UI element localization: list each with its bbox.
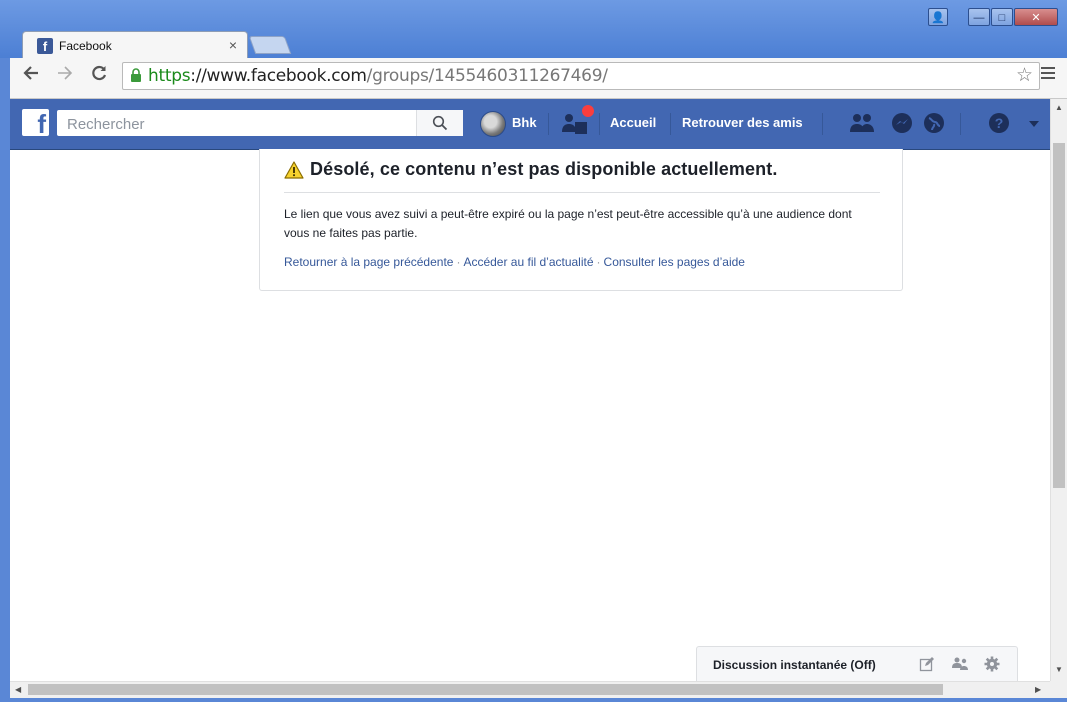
error-title: Désolé, ce contenu n’est pas disponible …: [310, 159, 778, 179]
svg-text:?: ?: [995, 115, 1004, 131]
avatar[interactable]: [480, 111, 506, 137]
help-icon[interactable]: ?: [988, 112, 1010, 134]
friends-icon[interactable]: [848, 112, 876, 134]
divider: [960, 113, 961, 135]
browser-menu-icon[interactable]: [1041, 67, 1055, 82]
back-to-previous-link[interactable]: Retourner à la page précédente: [284, 255, 453, 269]
search-button[interactable]: [416, 110, 463, 136]
browser-tab[interactable]: f Facebook ×: [22, 31, 248, 59]
url-text: https://www.facebook.com/groups/14554603…: [148, 66, 608, 86]
messenger-icon[interactable]: [891, 112, 913, 134]
search-input[interactable]: [65, 110, 409, 138]
facebook-logo[interactable]: f: [22, 109, 49, 136]
window-frame-left: [0, 58, 10, 698]
error-message: Le lien que vous avez suivi a peut-être …: [284, 207, 852, 240]
tab-close-icon[interactable]: ×: [229, 37, 237, 53]
browser-toolbar: https://www.facebook.com/groups/14554603…: [10, 58, 1067, 99]
news-feed-link[interactable]: Accéder au fil d’actualité: [463, 255, 593, 269]
browser-window: 👤 — □ ✕ f Facebook × https://www.faceboo…: [0, 0, 1067, 702]
maximize-button[interactable]: □: [991, 8, 1013, 26]
address-bar[interactable]: https://www.facebook.com/groups/14554603…: [122, 62, 1040, 90]
lock-icon: [131, 68, 141, 82]
error-card: Désolé, ce contenu n’est pas disponible …: [259, 149, 903, 291]
link-separator: ·: [596, 255, 601, 269]
title-bar: 👤 — □ ✕ f Facebook ×: [0, 0, 1067, 59]
help-pages-link[interactable]: Consulter les pages d’aide: [604, 255, 745, 269]
warning-icon: [284, 161, 304, 179]
forward-arrow-icon[interactable]: [56, 64, 74, 88]
horizontal-scrollbar[interactable]: ◀ ▶: [10, 681, 1050, 698]
facebook-favicon-icon: f: [37, 38, 53, 54]
vertical-scroll-thumb[interactable]: [1053, 143, 1065, 488]
globe-notifications-icon[interactable]: [923, 112, 945, 134]
divider: [822, 113, 823, 135]
search-icon: [432, 115, 448, 131]
window-frame-bottom: [0, 698, 1067, 702]
search-box: [57, 110, 463, 138]
close-window-button[interactable]: ✕: [1014, 8, 1058, 26]
profile-link[interactable]: Bhk: [512, 115, 537, 130]
error-links: Retourner à la page précédente · Accéder a…: [284, 255, 745, 269]
scroll-right-arrow-icon[interactable]: ▶: [1035, 685, 1041, 694]
divider: [670, 113, 671, 135]
chevron-down-icon[interactable]: [1028, 118, 1040, 130]
tab-title: Facebook: [59, 39, 112, 53]
bookmark-star-icon[interactable]: ☆: [1016, 64, 1033, 87]
scroll-down-arrow-icon[interactable]: ▼: [1055, 665, 1063, 674]
scroll-up-arrow-icon[interactable]: ▲: [1055, 103, 1063, 112]
scrollbar-corner: [1050, 681, 1067, 698]
user-button[interactable]: 👤: [928, 8, 948, 26]
scroll-left-arrow-icon[interactable]: ◀: [15, 685, 21, 694]
horizontal-scroll-thumb[interactable]: [28, 684, 943, 695]
page-viewport: f Bhk Accueil: [10, 99, 1050, 681]
vertical-scrollbar[interactable]: ▲ ▼: [1050, 99, 1067, 681]
link-separator: ·: [456, 255, 461, 269]
chat-status-label[interactable]: Discussion instantanée (Off): [713, 658, 876, 672]
compose-icon[interactable]: [919, 656, 935, 672]
divider: [548, 113, 549, 135]
divider: [599, 113, 600, 135]
group-icon[interactable]: [951, 656, 969, 672]
settings-icon[interactable]: [984, 656, 1000, 672]
reload-icon[interactable]: [90, 64, 108, 88]
new-tab-button[interactable]: [248, 36, 292, 54]
find-friends-link[interactable]: Retrouver des amis: [682, 115, 803, 130]
chat-sidebar-bar[interactable]: Discussion instantanée (Off): [696, 646, 1018, 681]
home-link[interactable]: Accueil: [610, 115, 656, 130]
error-heading-row: Désolé, ce contenu n’est pas disponible …: [284, 159, 880, 193]
back-arrow-icon[interactable]: [22, 64, 40, 88]
notification-badge: [581, 104, 595, 118]
minimize-button[interactable]: —: [968, 8, 990, 26]
facebook-top-bar: f Bhk Accueil: [10, 99, 1050, 150]
